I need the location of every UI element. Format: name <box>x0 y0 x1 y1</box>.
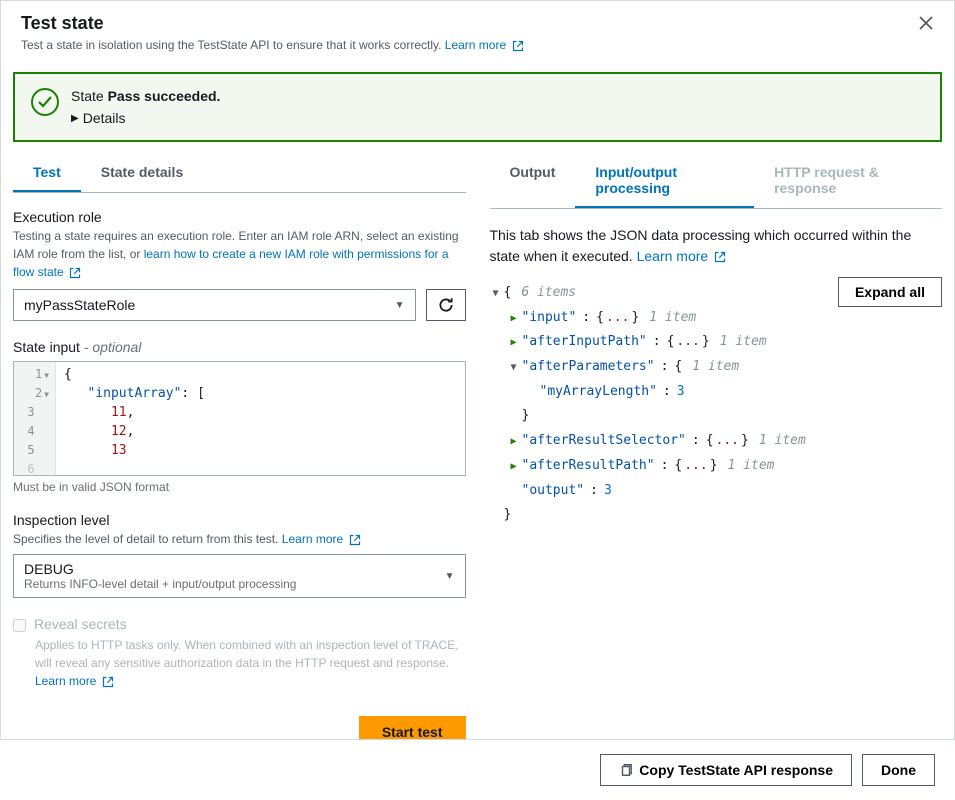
reveal-secrets-checkbox <box>13 619 26 632</box>
reveal-learn-more-link[interactable]: Learn more <box>35 674 114 688</box>
copy-response-button[interactable]: Copy TestState API response <box>600 754 852 786</box>
json-node-after-input-path[interactable]: ▶ "afterInputPath": {...} 1 item <box>490 330 943 355</box>
dialog-description: Test a state in isolation using the Test… <box>21 38 934 52</box>
json-node-after-result-path[interactable]: ▶ "afterResultPath": {...} 1 item <box>490 454 943 479</box>
json-node-input[interactable]: ▶ "input": {...} 1 item <box>490 306 943 331</box>
learn-more-link[interactable]: Learn more <box>445 38 524 52</box>
caret-down-icon: ▼ <box>395 300 405 311</box>
expand-icon[interactable]: ▶ <box>508 333 520 352</box>
json-close-brace: } <box>490 404 943 429</box>
close-icon <box>918 15 934 31</box>
inspection-level-select[interactable]: DEBUG Returns INFO-level detail + input/… <box>13 554 466 598</box>
json-node-after-result-selector[interactable]: ▶ "afterResultSelector": {...} 1 item <box>490 429 943 454</box>
external-link-icon <box>349 534 361 546</box>
inspection-label: Inspection level <box>13 512 466 528</box>
right-panel: Output Input/output processing HTTP requ… <box>490 154 943 748</box>
external-link-icon <box>714 251 726 263</box>
inspection-section: Inspection level Specifies the level of … <box>13 512 466 598</box>
external-link-icon <box>102 676 114 688</box>
editor-gutter: 1▼ 2▼ 3 4 5 6 <box>14 362 56 475</box>
expand-all-button[interactable]: Expand all <box>838 277 942 307</box>
details-toggle[interactable]: ▶ Details <box>71 110 220 126</box>
output-learn-more-link[interactable]: Learn more <box>637 248 726 264</box>
done-button[interactable]: Done <box>862 754 935 786</box>
state-input-helper: Must be in valid JSON format <box>13 480 466 494</box>
tab-state-details[interactable]: State details <box>81 154 203 192</box>
state-input-section: State input - optional 1▼ 2▼ 3 4 5 6 { "… <box>13 339 466 494</box>
expand-icon[interactable]: ▶ <box>508 309 520 328</box>
reveal-secrets-desc: Applies to HTTP tasks only. When combine… <box>35 636 466 690</box>
external-link-icon <box>69 267 81 279</box>
reveal-secrets-label: Reveal secrets <box>34 616 127 632</box>
collapse-icon[interactable]: ▼ <box>508 358 520 377</box>
inspection-desc: Specifies the level of detail to return … <box>13 530 466 548</box>
refresh-icon <box>437 296 455 314</box>
caret-down-icon: ▼ <box>445 571 455 582</box>
close-button[interactable] <box>918 15 934 35</box>
reveal-secrets-section: Reveal secrets Applies to HTTP tasks onl… <box>13 616 466 690</box>
json-node-after-parameters[interactable]: ▼ "afterParameters": { 1 item <box>490 355 943 380</box>
execution-role-section: Execution role Testing a state requires … <box>13 209 466 321</box>
right-tabs: Output Input/output processing HTTP requ… <box>490 154 943 209</box>
dialog-title: Test state <box>21 13 934 34</box>
state-input-label: State input - optional <box>13 339 466 355</box>
json-node-output: "output": 3 <box>490 479 943 504</box>
execution-role-desc: Testing a state requires an execution ro… <box>13 227 466 281</box>
success-banner: State Pass succeeded. ▶ Details <box>13 72 942 142</box>
tab-io-processing[interactable]: Input/output processing <box>575 154 754 208</box>
tab-output[interactable]: Output <box>490 154 576 208</box>
inspection-learn-more-link[interactable]: Learn more <box>282 532 361 546</box>
left-panel: Test State details Execution role Testin… <box>13 154 466 748</box>
expand-icon[interactable]: ▶ <box>508 432 520 451</box>
execution-role-label: Execution role <box>13 209 466 225</box>
expand-icon[interactable]: ▶ <box>508 457 520 476</box>
success-message: State Pass succeeded. <box>71 88 220 104</box>
external-link-icon <box>512 40 524 52</box>
json-root-close: } <box>490 503 943 528</box>
tab-test[interactable]: Test <box>13 154 81 192</box>
success-icon <box>31 88 59 116</box>
collapse-icon[interactable]: ▼ <box>490 284 502 303</box>
dialog-header: Test state Test a state in isolation usi… <box>1 1 954 68</box>
tab-http: HTTP request & response <box>754 154 942 208</box>
caret-right-icon: ▶ <box>71 113 79 124</box>
output-description: This tab shows the JSON data processing … <box>490 225 943 267</box>
json-viewer: Expand all ▼{ 6 items ▶ "input": {...} 1… <box>490 281 943 528</box>
refresh-roles-button[interactable] <box>426 289 466 321</box>
state-input-editor[interactable]: 1▼ 2▼ 3 4 5 6 { "inputArray": [ 11, 12, … <box>13 361 466 476</box>
copy-icon <box>619 763 633 777</box>
left-tabs: Test State details <box>13 154 466 193</box>
json-leaf-my-array-length: "myArrayLength": 3 <box>490 380 943 405</box>
editor-body[interactable]: { "inputArray": [ 11, 12, 13 <box>56 362 465 475</box>
execution-role-select[interactable]: myPassStateRole ▼ <box>13 289 416 321</box>
dialog-footer: Copy TestState API response Done <box>0 739 955 800</box>
